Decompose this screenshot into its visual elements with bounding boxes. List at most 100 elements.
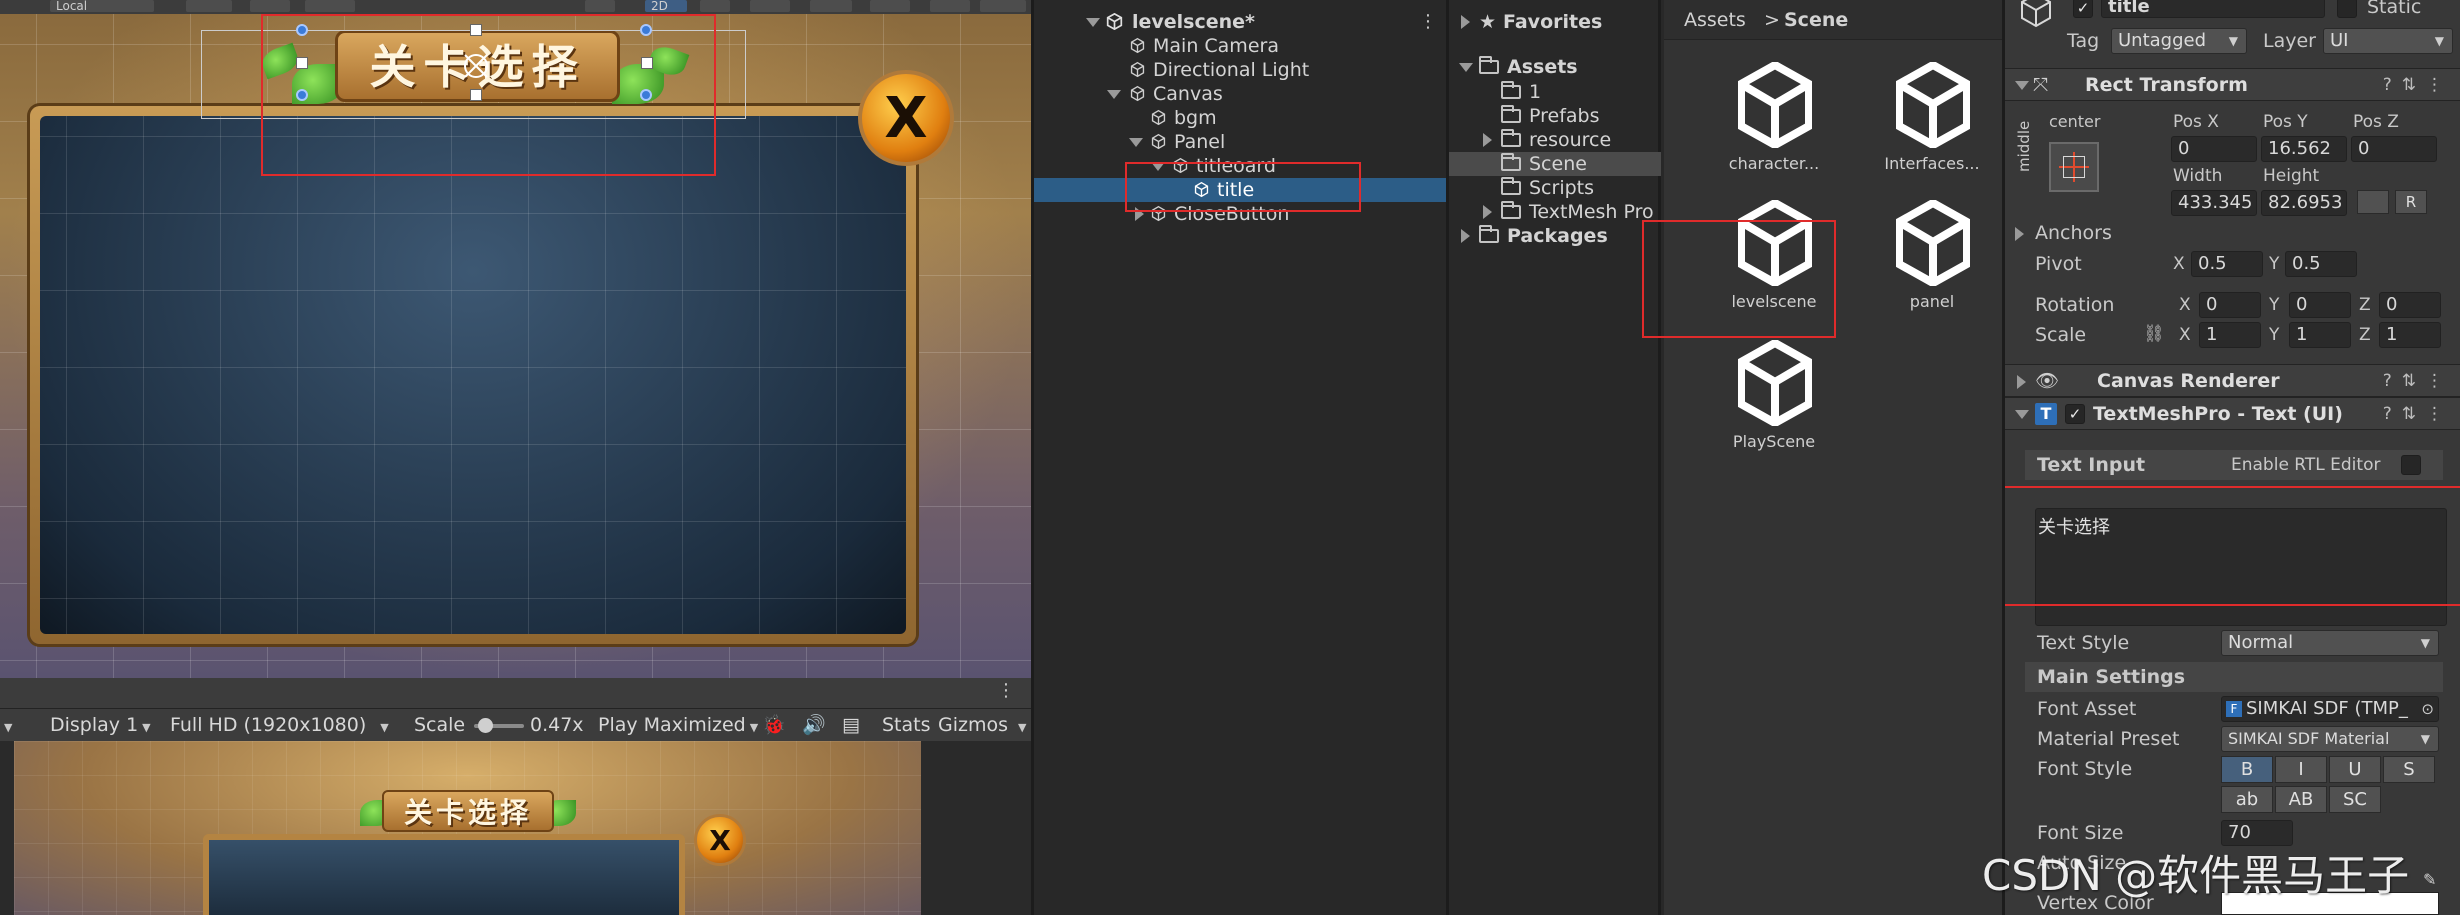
effects-dropdown[interactable] (810, 0, 852, 12)
layer-dropdown[interactable]: UI ▼ (2323, 28, 2453, 54)
resolution-dropdown[interactable]: Full HD (1920x1080) ▼ (170, 709, 400, 741)
component-menu-icons[interactable]: ?⇅⋮ (2383, 365, 2453, 398)
font-style-underline-button[interactable]: U (2329, 756, 2381, 783)
asset-character[interactable]: character... (1694, 62, 1854, 192)
tree-assets[interactable]: Assets (1449, 55, 1661, 79)
grid-snap-dropdown[interactable] (305, 0, 355, 12)
width-field[interactable]: 433.345 (2171, 190, 2257, 216)
scene-view[interactable]: Local 2D 关卡选择 X (0, 0, 1031, 678)
height-field[interactable]: 82.6953 (2261, 190, 2347, 216)
expand-arrow-icon[interactable] (2015, 227, 2024, 241)
bug-icon[interactable]: 🐞 (762, 709, 790, 741)
collapse-arrow-icon[interactable] (2015, 410, 2029, 419)
hierarchy-item-panel[interactable]: Panel (1034, 130, 1446, 154)
anchors-label[interactable]: Anchors (2035, 222, 2112, 244)
material-preset-dropdown[interactable]: SIMKAI SDF Material ▼ (2221, 726, 2439, 752)
expand-arrow-icon[interactable] (1461, 229, 1470, 243)
expand-arrow-icon[interactable] (2017, 375, 2026, 389)
scale-y-field[interactable]: 1 (2289, 322, 2351, 348)
gizmos-dropdown[interactable]: Gizmos ▼ (938, 709, 1028, 741)
snap-dropdown[interactable] (186, 0, 232, 12)
text-style-dropdown[interactable]: Normal ▼ (2221, 630, 2439, 656)
eyedropper-icon[interactable]: ✎ (2423, 870, 2436, 889)
hidden-objects-toggle[interactable] (870, 0, 910, 12)
object-picker-icon[interactable]: ⊙ (2421, 697, 2434, 721)
breadcrumb-assets[interactable]: Assets (1684, 0, 1746, 40)
active-checkbox[interactable]: ✓ (2073, 0, 2093, 18)
pivot-rotation-dropdown[interactable]: Local (50, 0, 154, 12)
font-style-uppercase-button[interactable]: AB (2275, 786, 2327, 813)
expand-arrow-icon[interactable] (1107, 90, 1121, 99)
font-style-smallcaps-button[interactable]: SC (2329, 786, 2381, 813)
rect-transform-header[interactable]: ⤧ Rect Transform ?⇅⋮ (2005, 68, 2460, 101)
tmp-header[interactable]: T ✓ TextMeshPro - Text (UI) ?⇅⋮ (2005, 397, 2460, 430)
breadcrumb-scene[interactable]: Scene (1784, 0, 1848, 40)
pos-z-field[interactable]: 0 (2351, 136, 2437, 162)
object-name-field[interactable]: title (2101, 0, 2325, 18)
anchor-presets-button[interactable] (2049, 142, 2099, 192)
hierarchy-scene-row[interactable]: levelscene* ⋮ (1034, 10, 1446, 34)
component-enabled-checkbox[interactable]: ✓ (2065, 404, 2085, 424)
tree-folder-scripts[interactable]: Scripts (1449, 176, 1661, 200)
scale-x-field[interactable]: 1 (2199, 322, 2261, 348)
tree-folder-prefabs[interactable]: Prefabs (1449, 104, 1661, 128)
hierarchy-item-bgm[interactable]: bgm (1034, 106, 1446, 130)
asset-interfaces[interactable]: Interfaces... (1852, 62, 2002, 192)
grid-dropdown[interactable] (250, 0, 290, 12)
audio-toggle[interactable] (750, 0, 790, 12)
pivot-x-field[interactable]: 0.5 (2191, 251, 2263, 277)
expand-arrow-icon[interactable] (1459, 63, 1473, 72)
font-style-italic-button[interactable]: I (2275, 756, 2327, 783)
rotation-z-field[interactable]: 0 (2379, 292, 2441, 318)
scale-slider-thumb[interactable] (478, 718, 493, 733)
font-style-lowercase-button[interactable]: ab (2221, 786, 2273, 813)
blueprint-mode-button[interactable] (2357, 190, 2389, 214)
camera-settings-button[interactable] (930, 0, 970, 12)
expand-arrow-icon[interactable] (1483, 205, 1492, 219)
pos-x-field[interactable]: 0 (2171, 136, 2257, 162)
font-style-bold-button[interactable]: B (2221, 756, 2273, 783)
expand-arrow-icon[interactable] (1129, 138, 1143, 147)
keyboard-icon[interactable]: ▤ (842, 709, 870, 741)
scale-z-field[interactable]: 1 (2379, 322, 2441, 348)
more-options-icon[interactable]: ⋮ (997, 680, 1015, 701)
raw-edit-mode-button[interactable]: R (2395, 190, 2427, 214)
pos-y-field[interactable]: 16.562 (2261, 136, 2347, 162)
expand-arrow-icon[interactable] (1483, 133, 1492, 147)
tree-folder-scene[interactable]: Scene (1449, 152, 1661, 176)
hierarchy-item-directional-light[interactable]: Directional Light (1034, 58, 1446, 82)
gizmos-dropdown[interactable] (980, 0, 1026, 12)
shading-mode-button[interactable] (585, 0, 615, 12)
enable-rtl-checkbox[interactable] (2401, 455, 2421, 475)
stats-button[interactable]: Stats (882, 709, 934, 741)
tree-folder-1[interactable]: 1 (1449, 80, 1661, 104)
component-menu-icons[interactable]: ?⇅⋮ (2383, 398, 2453, 431)
mode-2d-button[interactable]: 2D (645, 0, 687, 12)
expand-arrow-icon[interactable] (1461, 15, 1470, 29)
more-options-icon[interactable]: ⋮ (1419, 13, 1437, 31)
pivot-y-field[interactable]: 0.5 (2285, 251, 2357, 277)
collapse-arrow-icon[interactable] (2015, 81, 2029, 90)
asset-playscene[interactable]: PlayScene (1694, 340, 1854, 470)
tree-folder-textmeshpro[interactable]: TextMesh Pro (1449, 200, 1661, 224)
tag-dropdown[interactable]: Untagged ▼ (2111, 28, 2247, 54)
expand-arrow-icon[interactable] (1086, 18, 1100, 27)
rotation-y-field[interactable]: 0 (2289, 292, 2351, 318)
asset-panel[interactable]: panel (1852, 200, 2002, 330)
audio-mute-icon[interactable]: 🔊 (802, 709, 830, 741)
font-style-strikethrough-button[interactable]: S (2383, 756, 2435, 783)
font-asset-field[interactable]: F SIMKAI SDF (TMP_ ⊙ (2221, 696, 2439, 722)
play-mode-dropdown[interactable]: Play Maximized ▼ (598, 709, 758, 741)
display-dropdown[interactable]: Display 1 ▼ (50, 709, 160, 741)
constrain-proportions-icon[interactable]: ⛓ (2143, 324, 2165, 344)
game-view-menu-dropdown[interactable]: ▼ (0, 709, 30, 741)
static-checkbox[interactable] (2337, 0, 2357, 18)
tree-packages[interactable]: Packages (1449, 224, 1661, 248)
hierarchy-item-canvas[interactable]: Canvas (1034, 82, 1446, 106)
tree-favorites[interactable]: ★ Favorites (1449, 10, 1661, 34)
hierarchy-item-main-camera[interactable]: Main Camera (1034, 34, 1446, 58)
rotation-x-field[interactable]: 0 (2199, 292, 2261, 318)
tree-folder-resource[interactable]: resource (1449, 128, 1661, 152)
component-menu-icons[interactable]: ?⇅⋮ (2383, 69, 2453, 102)
lighting-toggle[interactable] (700, 0, 730, 12)
